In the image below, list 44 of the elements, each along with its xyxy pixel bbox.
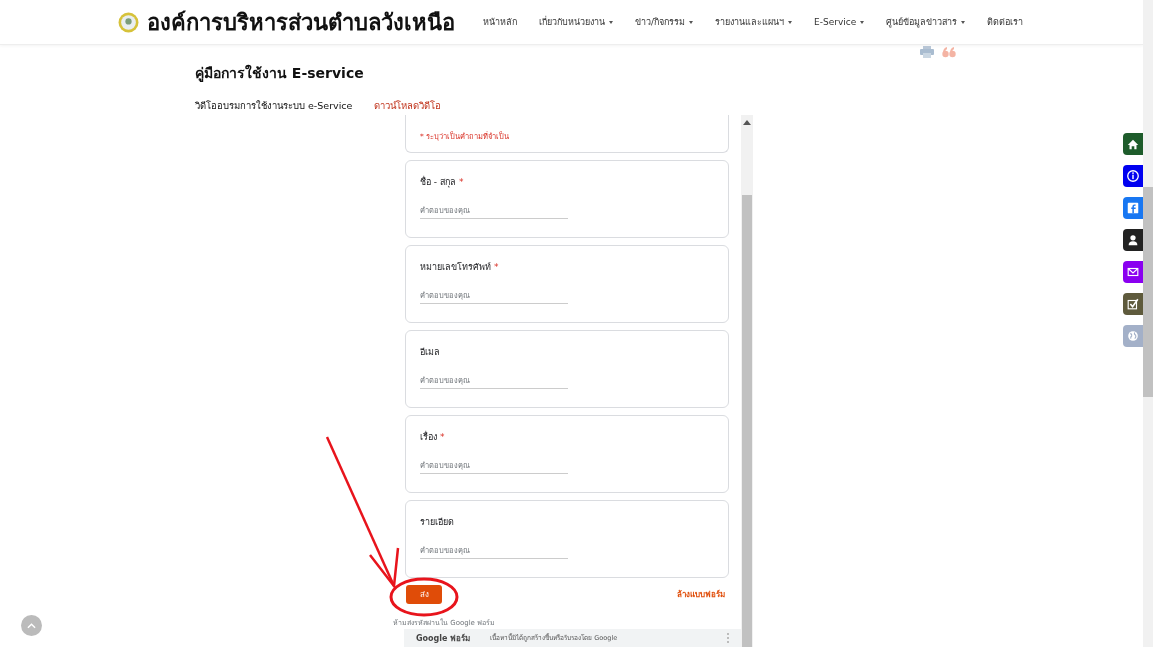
chevron-up-icon xyxy=(27,622,36,629)
globe-icon xyxy=(1126,329,1140,343)
info-button[interactable] xyxy=(1123,165,1143,187)
nav-link[interactable]: ติดต่อเรา xyxy=(981,15,1030,29)
nav-link[interactable]: ศูนย์ข้อมูลข่าวสาร xyxy=(880,15,972,29)
nav-link[interactable]: เกี่ยวกับหน่วยงาน xyxy=(533,15,619,29)
question-label: ชื่อ - สกุล * xyxy=(420,175,465,189)
tab[interactable]: ดาวน์โหลดวิดีโอ xyxy=(374,98,442,115)
mail-icon xyxy=(1126,265,1140,279)
person-button[interactable] xyxy=(1123,229,1143,251)
mail-button[interactable] xyxy=(1123,261,1143,283)
site-title: องค์การบริหารส่วนตำบลวังเหนือ xyxy=(147,8,455,37)
logo-icon xyxy=(118,11,139,33)
page-scrollbar[interactable] xyxy=(1143,0,1153,647)
required-mark: * xyxy=(440,432,445,442)
question-label: หมายเลขโทรศัพท์ * xyxy=(420,261,500,274)
facebook-button[interactable] xyxy=(1123,197,1143,219)
tab[interactable]: วิดีโออบรมการใช้งานระบบ e-Service xyxy=(195,98,353,115)
home-icon xyxy=(1126,137,1140,151)
clear-form-link[interactable]: ล้างแบบฟอร์ม xyxy=(677,588,725,601)
home-button[interactable] xyxy=(1123,133,1143,155)
nav-link[interactable]: รายงานและแผนฯ xyxy=(709,15,799,29)
annotation-circle xyxy=(389,577,459,617)
question-label: รายเอียด xyxy=(420,516,455,529)
checkbox-button[interactable] xyxy=(1123,293,1143,315)
info-icon xyxy=(1126,169,1140,183)
page-heading: คู่มือการใช้งาน E-service xyxy=(195,63,365,84)
question-label: เรื่อง * xyxy=(420,430,446,444)
person-icon xyxy=(1126,233,1140,247)
checkbox-icon xyxy=(1126,297,1140,311)
globe-button[interactable] xyxy=(1123,325,1143,347)
required-mark: * xyxy=(494,262,499,272)
submit-button[interactable]: ส่ง xyxy=(406,585,442,604)
facebook-icon xyxy=(1126,201,1140,215)
back-to-top-button[interactable] xyxy=(21,615,42,636)
nav-link[interactable]: ข่าว/กิจกรรม xyxy=(629,15,700,29)
quote-icon[interactable] xyxy=(942,46,956,58)
required-mark: * xyxy=(459,177,464,187)
print-icon[interactable] xyxy=(920,46,934,58)
question-label: อีเมล xyxy=(420,346,441,359)
nav-link[interactable]: หน้าหลัก xyxy=(477,15,523,29)
footer-brand: Google ฟอร์ม xyxy=(416,632,471,645)
scrollbar[interactable] xyxy=(741,115,753,647)
nav-link[interactable]: E-Service xyxy=(808,15,871,29)
